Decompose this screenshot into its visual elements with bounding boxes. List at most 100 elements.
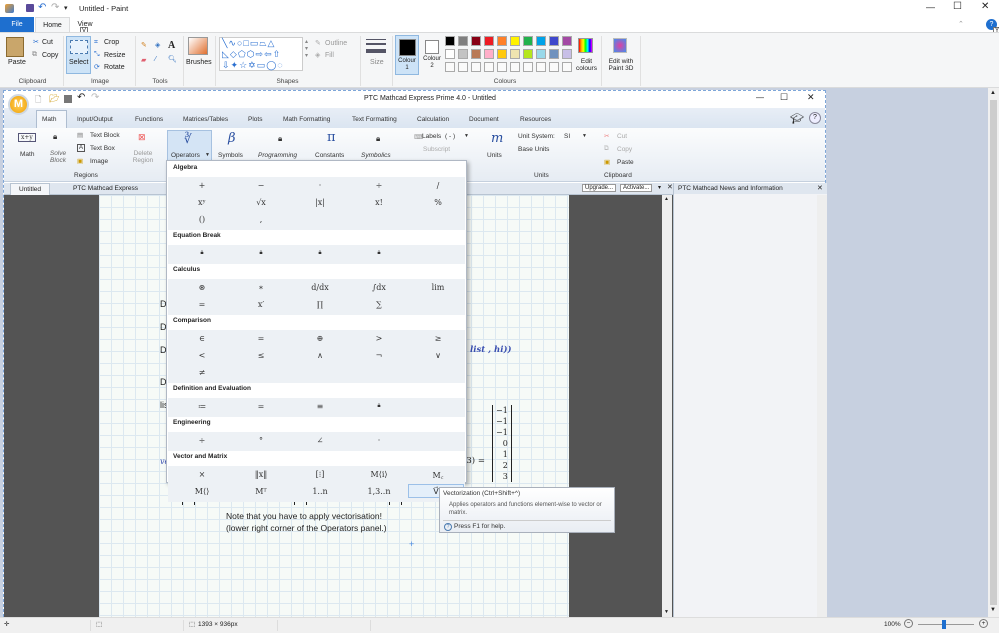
pencil-icon[interactable]: ✎ bbox=[141, 41, 147, 49]
labels-button[interactable]: Labels bbox=[422, 133, 441, 140]
locked-operator-icon[interactable]: 🔒︎ bbox=[241, 249, 281, 257]
symbols-button[interactable]: Symbols bbox=[218, 152, 243, 159]
labels-dropdown-icon[interactable]: ▼ bbox=[464, 133, 469, 139]
operator-button[interactable]: ∈ bbox=[182, 334, 222, 343]
text-block-button[interactable]: Text Block bbox=[90, 132, 120, 139]
operators-dropdown-icon[interactable]: ▼ bbox=[205, 152, 210, 158]
tab-math-formatting[interactable]: Math Formatting bbox=[283, 116, 330, 123]
base-units-button[interactable]: Base Units bbox=[518, 146, 549, 153]
operator-button[interactable]: = bbox=[241, 402, 281, 411]
maximize-button[interactable]: ☐ bbox=[953, 1, 962, 12]
operator-button[interactable]: ∨ bbox=[418, 351, 458, 360]
palette-swatch[interactable] bbox=[445, 62, 455, 72]
tab-file[interactable]: File bbox=[0, 17, 34, 32]
tab-plots[interactable]: Plots bbox=[248, 116, 262, 123]
save-icon[interactable] bbox=[26, 4, 34, 12]
operator-button[interactable]: ‖x‖ bbox=[241, 470, 281, 479]
colour2-button[interactable]: Colour 2 bbox=[421, 35, 443, 75]
palette-swatch[interactable] bbox=[562, 49, 572, 59]
redo-icon[interactable]: ↷ bbox=[51, 2, 59, 13]
operator-button[interactable]: ÷ bbox=[359, 181, 399, 190]
units-button[interactable]: Units bbox=[487, 152, 502, 159]
color-picker-icon[interactable]: ⁄ bbox=[155, 56, 156, 63]
brushes-button[interactable]: Brushes bbox=[186, 59, 212, 66]
palette-swatch[interactable] bbox=[510, 36, 520, 46]
tab-functions[interactable]: Functions bbox=[135, 116, 163, 123]
news-close-icon[interactable]: ✕ bbox=[817, 184, 823, 192]
palette-swatch[interactable] bbox=[549, 36, 559, 46]
operator-button[interactable]: ≡ bbox=[300, 402, 340, 411]
operator-button[interactable]: ° bbox=[241, 436, 281, 445]
operator-button[interactable]: ≥ bbox=[418, 334, 458, 343]
zoom-slider[interactable] bbox=[918, 624, 974, 625]
palette-swatch[interactable] bbox=[458, 62, 468, 72]
undo-icon[interactable]: ↶ bbox=[38, 2, 46, 13]
image-button[interactable]: Image bbox=[90, 158, 108, 165]
locked-operator-icon[interactable]: 🔒︎ bbox=[300, 249, 340, 257]
undo-icon[interactable]: ↶ bbox=[77, 92, 85, 103]
operator-button[interactable]: x! bbox=[359, 198, 399, 207]
scrollbar-thumb[interactable] bbox=[990, 100, 997, 605]
operator-button[interactable]: ∗ bbox=[241, 283, 281, 292]
operator-button[interactable]: d/dx bbox=[300, 283, 340, 292]
palette-swatch[interactable] bbox=[471, 49, 481, 59]
crop-button[interactable]: Crop bbox=[104, 39, 119, 46]
edit-paint3d-button[interactable]: Edit with Paint 3D bbox=[605, 58, 637, 72]
quick-access-dropdown-icon[interactable]: ▾ bbox=[64, 4, 68, 12]
ws-scroll-down-icon[interactable]: ▼ bbox=[664, 609, 669, 615]
open-icon[interactable]: 📂︎ bbox=[49, 94, 59, 103]
locked-operator-icon[interactable]: 🔒︎ bbox=[359, 249, 399, 257]
mathcad-paste-button[interactable]: Paste bbox=[617, 159, 634, 166]
text-box-button[interactable]: Text Box bbox=[90, 145, 115, 152]
news-scrollbar[interactable] bbox=[817, 195, 827, 618]
text-tool-icon[interactable]: A bbox=[168, 40, 175, 51]
tab-text-formatting[interactable]: Text Formatting bbox=[352, 116, 397, 123]
symbolics-button[interactable]: Symbolics bbox=[361, 152, 391, 159]
shapes-scroll-icon[interactable]: ▴ ▾ ▾ bbox=[305, 38, 308, 59]
worksheet-scrollbar[interactable]: ▲ ▼ bbox=[662, 195, 672, 618]
operator-button[interactable]: ∏ bbox=[300, 300, 340, 309]
palette-swatch[interactable] bbox=[510, 49, 520, 59]
ws-scroll-up-icon[interactable]: ▲ bbox=[664, 196, 669, 202]
palette-swatch[interactable] bbox=[471, 62, 481, 72]
upgrade-button[interactable]: Upgrade... bbox=[582, 184, 617, 192]
operator-button[interactable]: ∑ bbox=[359, 300, 399, 309]
operator-button[interactable]: () bbox=[182, 215, 222, 224]
operator-button[interactable]: ¬ bbox=[359, 351, 399, 360]
magnifier-icon[interactable]: 🔍︎ bbox=[168, 55, 177, 63]
operator-button[interactable]: − bbox=[241, 181, 281, 190]
operator-button[interactable]: xʸ bbox=[182, 198, 222, 207]
palette-swatch[interactable] bbox=[523, 49, 533, 59]
redo-icon[interactable]: ↷ bbox=[91, 92, 99, 103]
tab-resources[interactable]: Resources bbox=[520, 116, 551, 123]
eraser-icon[interactable]: ▰ bbox=[141, 56, 146, 64]
operator-button[interactable]: lim bbox=[418, 283, 458, 292]
mathcad-close-button[interactable]: ✕ bbox=[807, 92, 815, 103]
constants-button[interactable]: Constants bbox=[315, 152, 344, 159]
size-button[interactable]: Size bbox=[370, 59, 384, 66]
cut-button[interactable]: Cut bbox=[42, 39, 53, 46]
operator-button[interactable]: / bbox=[418, 181, 458, 190]
operator-button[interactable]: · bbox=[300, 181, 340, 190]
palette-swatch[interactable] bbox=[497, 49, 507, 59]
delete-region-button[interactable]: Delete Region bbox=[131, 150, 155, 164]
palette-swatch[interactable] bbox=[523, 36, 533, 46]
operators-button[interactable]: Operators bbox=[171, 152, 200, 159]
operator-button[interactable]: = bbox=[241, 334, 281, 343]
operator-button[interactable]: % bbox=[418, 198, 458, 207]
operator-button[interactable]: ⊕ bbox=[300, 334, 340, 343]
learning-cap-icon[interactable]: 🎓︎ bbox=[790, 112, 804, 125]
operator-button[interactable]: , bbox=[241, 215, 281, 224]
math-button[interactable]: Math bbox=[20, 151, 34, 158]
tab-home[interactable]: Home bbox=[35, 17, 70, 32]
operator-button[interactable]: ≔ bbox=[182, 402, 222, 411]
operator-button[interactable]: = bbox=[182, 300, 222, 309]
mathcad-minimize-button[interactable]: — bbox=[756, 93, 764, 102]
activate-button[interactable]: Activate... bbox=[620, 184, 653, 192]
zoom-out-button[interactable]: − bbox=[904, 619, 913, 628]
mathcad-maximize-button[interactable]: ☐ bbox=[780, 92, 788, 103]
operator-button[interactable]: ∠ bbox=[300, 436, 340, 445]
palette-swatch[interactable] bbox=[549, 49, 559, 59]
scroll-up-icon[interactable]: ▲ bbox=[990, 90, 996, 96]
scroll-down-icon[interactable]: ▼ bbox=[990, 607, 996, 613]
